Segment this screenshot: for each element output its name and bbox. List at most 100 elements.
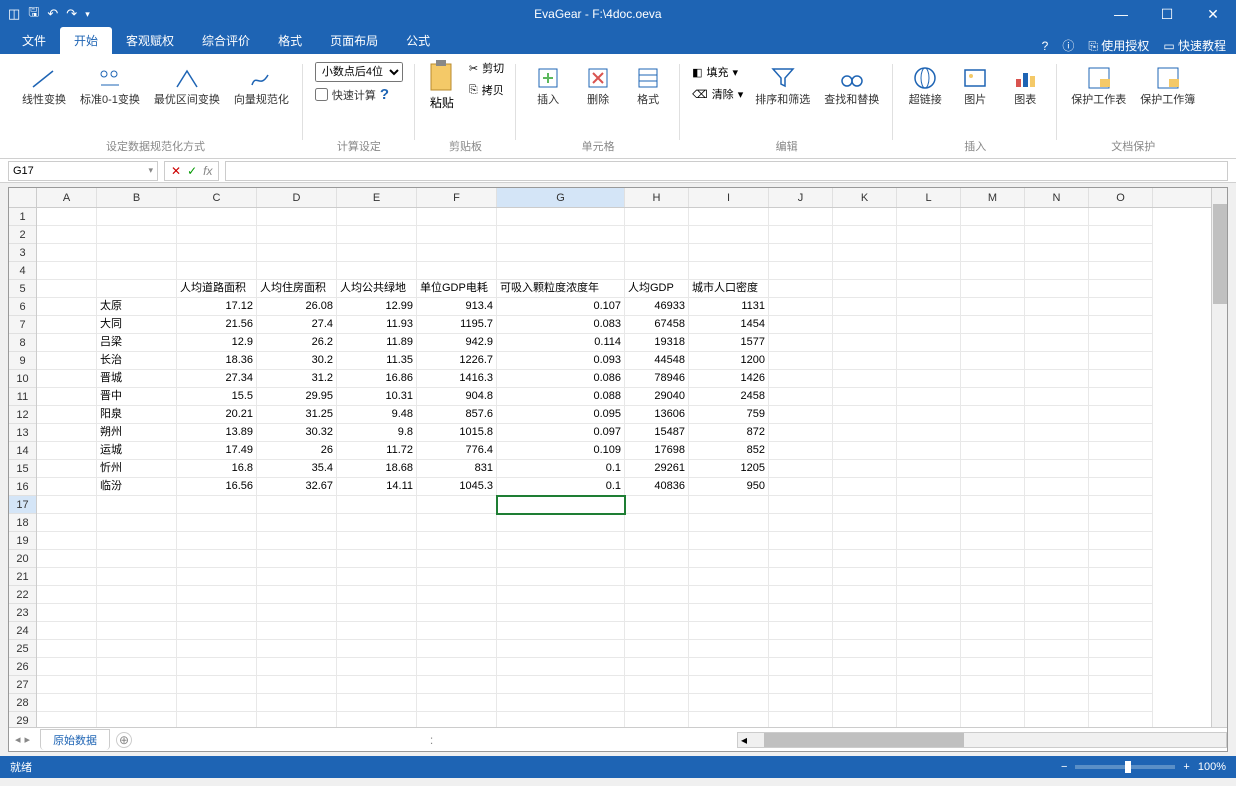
cell-J3[interactable] — [769, 244, 833, 262]
normalize-btn-3[interactable]: 向量规范化 — [228, 62, 295, 109]
cell-I25[interactable] — [689, 640, 769, 658]
cell-A6[interactable] — [37, 298, 97, 316]
cell-M18[interactable] — [961, 514, 1025, 532]
cell-G9[interactable]: 0.093 — [497, 352, 625, 370]
cell-L9[interactable] — [897, 352, 961, 370]
cell-G12[interactable]: 0.095 — [497, 406, 625, 424]
cell-F20[interactable] — [417, 550, 497, 568]
cell-F5[interactable]: 单位GDP电耗 — [417, 280, 497, 298]
auth-link[interactable]: ⎘ 使用授权 — [1088, 37, 1149, 54]
cell-E19[interactable] — [337, 532, 417, 550]
cell-H8[interactable]: 19318 — [625, 334, 689, 352]
cell-B4[interactable] — [97, 262, 177, 280]
cell-F6[interactable]: 913.4 — [417, 298, 497, 316]
cell-L23[interactable] — [897, 604, 961, 622]
tab-nav-first-icon[interactable]: ◂ — [15, 733, 21, 746]
cell-H24[interactable] — [625, 622, 689, 640]
cell-F4[interactable] — [417, 262, 497, 280]
cell-O4[interactable] — [1089, 262, 1153, 280]
row-header-23[interactable]: 23 — [9, 604, 36, 622]
cell-I11[interactable]: 2458 — [689, 388, 769, 406]
cell-M17[interactable] — [961, 496, 1025, 514]
cell-I13[interactable]: 872 — [689, 424, 769, 442]
cell-H20[interactable] — [625, 550, 689, 568]
cell-E27[interactable] — [337, 676, 417, 694]
cell-O11[interactable] — [1089, 388, 1153, 406]
cell-A20[interactable] — [37, 550, 97, 568]
col-header-C[interactable]: C — [177, 188, 257, 207]
cell-M4[interactable] — [961, 262, 1025, 280]
cell-E16[interactable]: 14.11 — [337, 478, 417, 496]
cell-M26[interactable] — [961, 658, 1025, 676]
cell-N9[interactable] — [1025, 352, 1089, 370]
cell-K1[interactable] — [833, 208, 897, 226]
cell-B27[interactable] — [97, 676, 177, 694]
cell-N20[interactable] — [1025, 550, 1089, 568]
cell-J13[interactable] — [769, 424, 833, 442]
cell-I3[interactable] — [689, 244, 769, 262]
cell-J25[interactable] — [769, 640, 833, 658]
cell-btn-2[interactable]: 格式 — [624, 62, 672, 109]
cell-H27[interactable] — [625, 676, 689, 694]
fast-calc-checkbox[interactable] — [315, 88, 328, 101]
cell-O16[interactable] — [1089, 478, 1153, 496]
cell-D1[interactable] — [257, 208, 337, 226]
cell-I19[interactable] — [689, 532, 769, 550]
cell-L12[interactable] — [897, 406, 961, 424]
cell-E22[interactable] — [337, 586, 417, 604]
cell-C14[interactable]: 17.49 — [177, 442, 257, 460]
cell-G29[interactable] — [497, 712, 625, 727]
col-header-E[interactable]: E — [337, 188, 417, 207]
cell-B10[interactable]: 晋城 — [97, 370, 177, 388]
cell-O21[interactable] — [1089, 568, 1153, 586]
cell-D9[interactable]: 30.2 — [257, 352, 337, 370]
cell-C28[interactable] — [177, 694, 257, 712]
cell-B14[interactable]: 运城 — [97, 442, 177, 460]
cell-C12[interactable]: 20.21 — [177, 406, 257, 424]
fx-icon[interactable]: fx — [203, 164, 212, 178]
cell-G19[interactable] — [497, 532, 625, 550]
cell-G5[interactable]: 可吸入颗粒度浓度年 — [497, 280, 625, 298]
cell-C13[interactable]: 13.89 — [177, 424, 257, 442]
sheet-tab-active[interactable]: 原始数据 — [40, 729, 110, 750]
cell-F22[interactable] — [417, 586, 497, 604]
cell-G1[interactable] — [497, 208, 625, 226]
cell-I1[interactable] — [689, 208, 769, 226]
clear-button[interactable]: ⌫清除 ▾ — [688, 84, 747, 104]
cell-I14[interactable]: 852 — [689, 442, 769, 460]
cell-O9[interactable] — [1089, 352, 1153, 370]
normalize-btn-1[interactable]: 标准0-1变换 — [74, 62, 146, 109]
cell-B18[interactable] — [97, 514, 177, 532]
save-icon[interactable]: ◫ — [8, 6, 20, 22]
row-header-14[interactable]: 14 — [9, 442, 36, 460]
cell-E3[interactable] — [337, 244, 417, 262]
cell-O1[interactable] — [1089, 208, 1153, 226]
cell-D10[interactable]: 31.2 — [257, 370, 337, 388]
cell-A25[interactable] — [37, 640, 97, 658]
cell-K14[interactable] — [833, 442, 897, 460]
cell-L1[interactable] — [897, 208, 961, 226]
cell-B1[interactable] — [97, 208, 177, 226]
cell-O29[interactable] — [1089, 712, 1153, 727]
cell-G3[interactable] — [497, 244, 625, 262]
cell-D13[interactable]: 30.32 — [257, 424, 337, 442]
cell-C2[interactable] — [177, 226, 257, 244]
cell-J29[interactable] — [769, 712, 833, 727]
cell-K3[interactable] — [833, 244, 897, 262]
cell-B19[interactable] — [97, 532, 177, 550]
cell-M24[interactable] — [961, 622, 1025, 640]
cell-N4[interactable] — [1025, 262, 1089, 280]
redo-icon[interactable]: ↷ — [66, 6, 77, 22]
cell-C23[interactable] — [177, 604, 257, 622]
col-header-I[interactable]: I — [689, 188, 769, 207]
cell-D2[interactable] — [257, 226, 337, 244]
cell-F3[interactable] — [417, 244, 497, 262]
cell-A19[interactable] — [37, 532, 97, 550]
cell-I28[interactable] — [689, 694, 769, 712]
cell-E20[interactable] — [337, 550, 417, 568]
cell-O19[interactable] — [1089, 532, 1153, 550]
cell-H16[interactable]: 40836 — [625, 478, 689, 496]
cell-E7[interactable]: 11.93 — [337, 316, 417, 334]
cell-J9[interactable] — [769, 352, 833, 370]
cell-G18[interactable] — [497, 514, 625, 532]
